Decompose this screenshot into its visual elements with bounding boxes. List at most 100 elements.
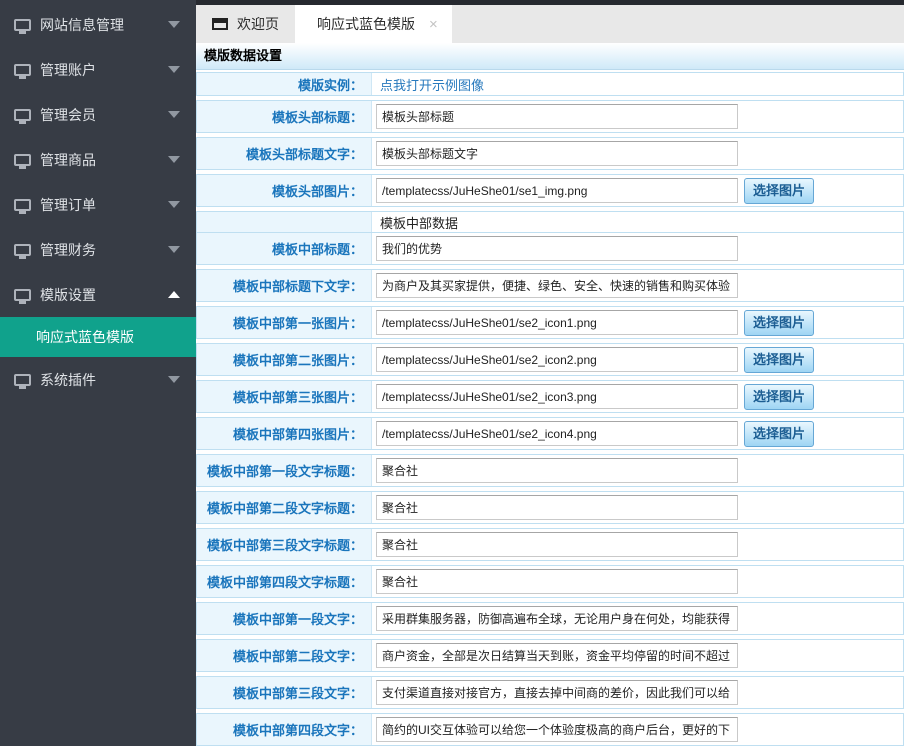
sidebar-item-0[interactable]: 网站信息管理 xyxy=(0,2,196,47)
sidebar-item-label: 系统插件 xyxy=(40,370,96,390)
sidebar-item-6[interactable]: 模版设置 xyxy=(0,272,196,317)
field-value-cell xyxy=(372,233,903,264)
field-label: 模板中部第四段文字标题： xyxy=(197,566,372,597)
field-value-cell xyxy=(372,270,903,301)
sidebar-item-label: 管理订单 xyxy=(40,195,96,215)
field-input-5[interactable] xyxy=(376,236,738,261)
field-input-1[interactable] xyxy=(376,104,738,129)
field-label: 模板中部第二段文字： xyxy=(197,640,372,671)
field-label: 模板中部第四张图片： xyxy=(197,418,372,449)
sidebar-subitem-label: 响应式蓝色模版 xyxy=(36,327,134,347)
template-data-form: 模版实例：点我打开示例图像模板头部标题：模板头部标题文字：模板头部图片：选择图片… xyxy=(196,70,904,746)
field-label: 模版实例： xyxy=(197,73,372,95)
field-label: 模板中部第四段文字： xyxy=(197,714,372,745)
sidebar-item-4[interactable]: 管理订单 xyxy=(0,182,196,227)
field-value-cell: 选择图片 xyxy=(372,381,903,412)
field-value-cell: 点我打开示例图像 xyxy=(372,73,903,95)
form-row: 模板中部第三张图片： 选择图片 xyxy=(196,380,904,413)
sidebar-item-label: 管理会员 xyxy=(40,105,96,125)
form-row: 模板中部第三段文字： xyxy=(196,676,904,709)
field-label: 模板中部标题： xyxy=(197,233,372,264)
field-input-13[interactable] xyxy=(376,532,738,557)
sidebar-item-label: 网站信息管理 xyxy=(40,15,124,35)
caret-down-icon xyxy=(168,201,180,208)
display-icon xyxy=(14,64,31,76)
field-input-11[interactable] xyxy=(376,458,738,483)
caret-down-icon xyxy=(168,21,180,28)
field-input-10[interactable] xyxy=(376,421,738,446)
caret-down-icon xyxy=(168,246,180,253)
caret-down-icon xyxy=(168,156,180,163)
choose-image-button[interactable]: 选择图片 xyxy=(744,421,814,447)
sidebar-item-7[interactable]: 系统插件 xyxy=(0,357,196,402)
display-icon xyxy=(14,199,31,211)
caret-down-icon xyxy=(168,376,180,383)
tab-responsive-blue-template[interactable]: 响应式蓝色模版 × xyxy=(295,5,452,43)
field-value-cell xyxy=(372,566,903,597)
choose-image-button[interactable]: 选择图片 xyxy=(744,347,814,373)
section-title: 模板中部数据 xyxy=(376,213,458,232)
field-input-7[interactable] xyxy=(376,310,738,335)
field-input-16[interactable] xyxy=(376,643,738,668)
field-input-2[interactable] xyxy=(376,141,738,166)
sidebar-subitem-active[interactable]: 响应式蓝色模版 xyxy=(0,317,196,357)
window-icon xyxy=(212,18,228,30)
form-row: 模板中部第二段文字： xyxy=(196,639,904,672)
field-label: 模板中部标题下文字： xyxy=(197,270,372,301)
field-value-cell xyxy=(372,529,903,560)
field-label: 模板中部第三张图片： xyxy=(197,381,372,412)
form-row: 模板中部标题下文字： xyxy=(196,269,904,302)
form-row: 模板中部第一张图片： 选择图片 xyxy=(196,306,904,339)
form-row: 模板头部标题： xyxy=(196,100,904,133)
open-example-image-link[interactable]: 点我打开示例图像 xyxy=(376,75,484,94)
form-row: 模板中部标题： xyxy=(196,232,904,265)
display-icon xyxy=(14,289,31,301)
field-input-3[interactable] xyxy=(376,178,738,203)
field-value-cell: 模板中部数据 xyxy=(372,212,903,232)
field-label: 模板头部图片： xyxy=(197,175,372,206)
form-row: 模板中部第三段文字标题： xyxy=(196,528,904,561)
field-input-15[interactable] xyxy=(376,606,738,631)
field-value-cell: 选择图片 xyxy=(372,418,903,449)
field-label: 模板中部第二张图片： xyxy=(197,344,372,375)
field-input-6[interactable] xyxy=(376,273,738,298)
choose-image-button[interactable]: 选择图片 xyxy=(744,310,814,336)
field-value-cell xyxy=(372,640,903,671)
field-input-9[interactable] xyxy=(376,384,738,409)
form-row: 模板头部图片： 选择图片 xyxy=(196,174,904,207)
field-value-cell xyxy=(372,101,903,132)
field-label: 模板中部第三段文字： xyxy=(197,677,372,708)
sidebar-item-3[interactable]: 管理商品 xyxy=(0,137,196,182)
field-label: 模板头部标题： xyxy=(197,101,372,132)
form-row: 模板中部第四段文字标题： xyxy=(196,565,904,598)
field-value-cell xyxy=(372,455,903,486)
form-row: 模板中部第四段文字： xyxy=(196,713,904,746)
tab-label: 响应式蓝色模版 xyxy=(317,14,415,34)
choose-image-button[interactable]: 选择图片 xyxy=(744,178,814,204)
form-row: 模板中部数据 xyxy=(196,211,904,232)
choose-image-button[interactable]: 选择图片 xyxy=(744,384,814,410)
display-icon xyxy=(14,19,31,31)
field-input-18[interactable] xyxy=(376,717,738,742)
tab-welcome[interactable]: 欢迎页 xyxy=(196,5,295,43)
form-row: 模板中部第一段文字标题： xyxy=(196,454,904,487)
sidebar-item-2[interactable]: 管理会员 xyxy=(0,92,196,137)
sidebar-item-5[interactable]: 管理财务 xyxy=(0,227,196,272)
field-value-cell xyxy=(372,677,903,708)
field-input-14[interactable] xyxy=(376,569,738,594)
panel-title: 模版数据设置 xyxy=(196,43,904,70)
sidebar-item-label: 管理账户 xyxy=(40,60,96,80)
tab-label: 欢迎页 xyxy=(237,14,279,34)
field-input-12[interactable] xyxy=(376,495,738,520)
close-icon[interactable]: × xyxy=(429,17,438,32)
caret-up-icon xyxy=(168,291,180,298)
field-input-17[interactable] xyxy=(376,680,738,705)
caret-down-icon xyxy=(168,66,180,73)
field-label: 模板中部第一张图片： xyxy=(197,307,372,338)
sidebar-item-1[interactable]: 管理账户 xyxy=(0,47,196,92)
form-row: 模板中部第二张图片： 选择图片 xyxy=(196,343,904,376)
field-label: 模板中部第一段文字： xyxy=(197,603,372,634)
field-input-8[interactable] xyxy=(376,347,738,372)
field-value-cell: 选择图片 xyxy=(372,307,903,338)
sidebar-item-label: 模版设置 xyxy=(40,285,96,305)
